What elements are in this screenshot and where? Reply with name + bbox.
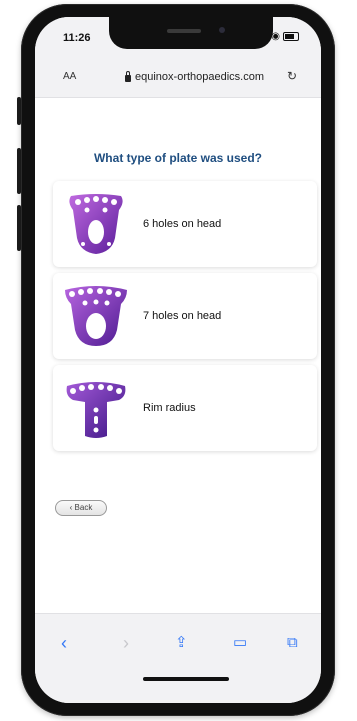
silent-switch	[17, 97, 21, 125]
forward-arrow-icon[interactable]: ›	[123, 634, 129, 652]
volume-down-button	[17, 205, 21, 251]
tabs-icon[interactable]: ⧉	[287, 634, 298, 652]
browser-toolbar: ‹ › ⇪ ▭ ⧉	[35, 613, 321, 703]
page-question: What type of plate was used?	[93, 151, 263, 165]
status-time: 11:26	[63, 32, 91, 44]
lock-icon	[125, 70, 131, 82]
option-label: Rim radius	[143, 402, 196, 414]
url-text: equinox-orthopaedics.com	[135, 71, 265, 83]
back-button[interactable]: ‹ Back	[55, 500, 107, 516]
phone-screen: 11:26 ▐▐ ◉ AA equinox-orthopaedics.com ↻…	[35, 17, 321, 703]
address-bar[interactable]: AA equinox-orthopaedics.com ↻	[35, 57, 321, 98]
bookmarks-icon[interactable]: ▭	[233, 634, 247, 652]
battery-icon	[283, 32, 299, 41]
option-rim-radius[interactable]: Rim radius	[53, 365, 317, 451]
option-label: 6 holes on head	[143, 218, 222, 230]
plate-6-holes-icon	[69, 194, 123, 254]
share-icon[interactable]: ⇪	[175, 634, 188, 652]
front-camera	[219, 27, 225, 33]
option-7-holes[interactable]: 7 holes on head	[53, 273, 317, 359]
rim-radius-plate-icon	[66, 382, 126, 438]
reload-icon[interactable]: ↻	[287, 69, 297, 83]
option-label: 7 holes on head	[143, 310, 222, 322]
notch	[109, 17, 273, 49]
text-size-button[interactable]: AA	[63, 71, 76, 82]
back-arrow-icon[interactable]: ‹	[61, 634, 67, 652]
speaker-grille	[167, 29, 201, 33]
option-6-holes[interactable]: 6 holes on head	[53, 181, 317, 267]
plate-7-holes-icon	[65, 286, 127, 346]
url-display[interactable]: equinox-orthopaedics.com	[125, 70, 265, 83]
home-indicator	[143, 677, 229, 681]
volume-up-button	[17, 148, 21, 194]
page: 11:26 ▐▐ ◉ AA equinox-orthopaedics.com ↻…	[0, 0, 357, 721]
